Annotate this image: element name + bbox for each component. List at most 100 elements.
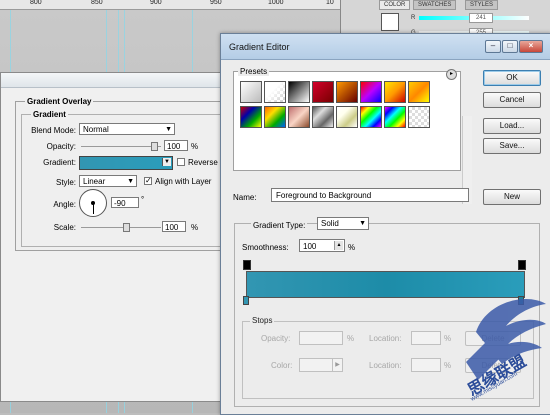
preset-swatch[interactable]: [312, 81, 334, 103]
angle-field[interactable]: -90: [111, 197, 139, 208]
close-icon[interactable]: ×: [519, 40, 543, 53]
ruler-label: 900: [150, 0, 162, 6]
preset-swatch[interactable]: [264, 106, 286, 128]
opacity-label: Opacity:: [46, 142, 76, 151]
tab-styles[interactable]: STYLES: [465, 0, 499, 10]
gradient-overlay-title: Gradient Overlay: [25, 97, 94, 106]
smoothness-field[interactable]: 100 ▴: [299, 239, 345, 252]
red-value[interactable]: 241: [469, 13, 493, 23]
presets-panel: [233, 71, 472, 204]
align-with-layer-label: Align with Layer: [155, 177, 212, 186]
scale-unit: %: [191, 223, 199, 232]
maximize-icon[interactable]: □: [502, 40, 518, 53]
gradient-type-select[interactable]: Solid ▼: [317, 217, 369, 230]
presets-label: Presets: [238, 67, 270, 76]
minimize-icon[interactable]: –: [485, 40, 501, 53]
style-select[interactable]: Linear ▼: [79, 175, 137, 187]
ruler-label: 10: [326, 0, 334, 6]
name-field[interactable]: Foreground to Background: [271, 188, 469, 202]
preset-swatch[interactable]: [312, 106, 334, 128]
name-label: Name:: [233, 193, 257, 202]
preset-swatch[interactable]: [240, 81, 262, 103]
preset-swatch[interactable]: [360, 81, 382, 103]
opacity-slider-thumb[interactable]: [151, 142, 158, 151]
save-button[interactable]: Save...: [483, 138, 541, 154]
ruler-label: 1000: [268, 0, 284, 6]
align-with-layer-checkbox[interactable]: ✓: [144, 176, 152, 185]
stop-color-location-field[interactable]: [411, 358, 441, 372]
tab-swatches[interactable]: SWATCHES: [413, 0, 457, 10]
stop-color-location-label: Location:: [369, 361, 402, 370]
blend-mode-label: Blend Mode:: [31, 126, 76, 135]
chevron-right-icon: ▶: [332, 359, 342, 371]
load-button[interactable]: Load...: [483, 118, 541, 134]
stop-opacity-location-label: Location:: [369, 334, 402, 343]
blend-mode-value: Normal: [83, 125, 109, 134]
foreground-swatch[interactable]: [381, 13, 399, 31]
reverse-checkbox[interactable]: [177, 158, 185, 166]
presets-menu-icon[interactable]: ▸: [446, 69, 457, 80]
scale-slider[interactable]: [81, 227, 161, 228]
blend-mode-select[interactable]: Normal ▼: [79, 123, 175, 135]
angle-unit: °: [141, 195, 145, 204]
preset-swatch[interactable]: [264, 81, 286, 103]
opacity-stop-left[interactable]: [243, 260, 251, 270]
gradient-preview[interactable]: ▼: [79, 156, 173, 170]
stops-label: Stops: [250, 316, 275, 325]
slider-letter-r: R: [411, 15, 416, 21]
stop-opacity-field[interactable]: [299, 331, 343, 345]
opacity-field[interactable]: 100: [164, 140, 188, 151]
scale-slider-thumb[interactable]: [123, 223, 130, 232]
ok-button[interactable]: OK: [483, 70, 541, 86]
reverse-label: Reverse: [188, 158, 218, 167]
new-button[interactable]: New: [483, 189, 541, 205]
opacity-unit: %: [191, 142, 199, 151]
gradient-group-title: Gradient: [31, 110, 68, 119]
ruler-label: 800: [30, 0, 42, 6]
style-label: Style:: [55, 178, 76, 187]
style-value: Linear: [83, 177, 106, 186]
stop-opacity-location-field[interactable]: [411, 331, 441, 345]
preset-swatch[interactable]: [360, 106, 382, 128]
wing-icon: [466, 299, 546, 380]
chevron-down-icon[interactable]: ▼: [162, 158, 171, 166]
scale-label: Scale:: [53, 223, 76, 232]
stop-opacity-label: Opacity:: [261, 334, 291, 343]
angle-dial[interactable]: [79, 189, 107, 217]
chevron-down-icon: ▼: [165, 126, 172, 133]
smoothness-value: 100: [303, 242, 317, 251]
stop-opacity-unit: %: [347, 334, 355, 343]
smoothness-unit: %: [348, 243, 356, 252]
preset-swatch[interactable]: [408, 81, 430, 103]
angle-label: Angle:: [53, 200, 76, 209]
chevron-down-icon: ▼: [127, 178, 134, 185]
dialog-title: Gradient Editor: [229, 42, 290, 52]
angle-dial-center: [91, 201, 95, 205]
opacity-stop-right[interactable]: [518, 260, 526, 270]
scale-field[interactable]: 100: [162, 221, 186, 232]
preset-swatch[interactable]: [408, 106, 430, 128]
preset-swatch[interactable]: [384, 81, 406, 103]
ruler-label: 950: [210, 0, 222, 6]
preset-swatch[interactable]: [336, 106, 358, 128]
watermark-logo: 思缘联盟 www.missyuan.com: [446, 292, 550, 412]
preset-swatch[interactable]: [384, 106, 406, 128]
chevron-down-icon[interactable]: ▴: [334, 241, 343, 250]
preset-swatch[interactable]: [288, 81, 310, 103]
ruler-label: 850: [91, 0, 103, 6]
gradient-label: Gradient:: [43, 158, 76, 167]
color-stop-left[interactable]: [243, 296, 249, 305]
layer-style-titlebar[interactable]: [1, 73, 233, 88]
preset-swatch[interactable]: [336, 81, 358, 103]
gradient-editor-titlebar[interactable]: Gradient Editor – □ ×: [221, 34, 550, 60]
tab-color[interactable]: COLOR: [379, 0, 411, 10]
cancel-button[interactable]: Cancel: [483, 92, 541, 108]
preset-swatch[interactable]: [240, 106, 262, 128]
preset-swatch[interactable]: [288, 106, 310, 128]
horizontal-ruler: 800 850 900 950 1000 10: [0, 0, 340, 10]
checkmark-icon: ✓: [145, 176, 152, 185]
stop-color-swatch[interactable]: ▶: [299, 358, 343, 372]
layer-style-dialog: Gradient Overlay Gradient Blend Mode: No…: [0, 72, 234, 402]
chevron-down-icon: ▼: [359, 220, 366, 227]
opacity-slider[interactable]: [81, 146, 161, 147]
